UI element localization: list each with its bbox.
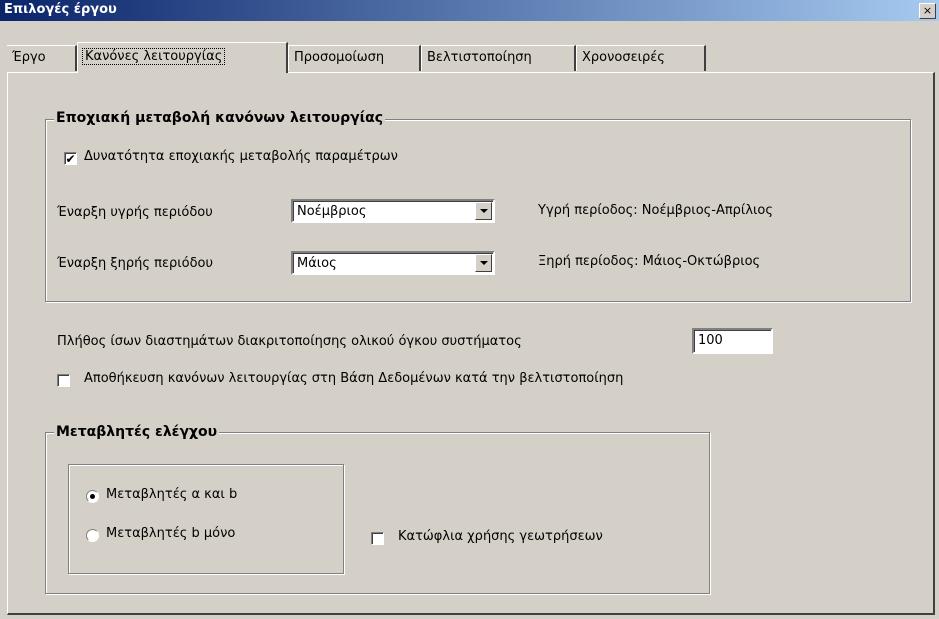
- close-button[interactable]: ×: [919, 3, 936, 19]
- title-bar: Επιλογές έργου ×: [0, 0, 939, 21]
- tab-simulation-label: Προσομοίωση: [294, 50, 385, 65]
- radio-vars-ab[interactable]: [86, 490, 99, 503]
- seasonal-enable-label: Δυνατότητα εποχιακής μεταβολής παραμέτρω…: [84, 149, 398, 164]
- control-vars-group-title: Μεταβλητές ελέγχου: [54, 424, 220, 440]
- radio-vars-ab-label: Μεταβλητές α και b: [106, 487, 238, 502]
- save-rules-checkbox[interactable]: [57, 374, 70, 387]
- thresholds-label: Κατώφλια χρήσης γεωτρήσεων: [398, 529, 603, 544]
- window-title: Επιλογές έργου: [4, 2, 117, 17]
- tab-project[interactable]: Έργο: [7, 45, 77, 71]
- discretization-label: Πλήθος ίσων διαστημάτων διακριτοποίησης …: [57, 334, 522, 349]
- dry-start-value: Μάιος: [297, 256, 337, 271]
- tab-project-label: Έργο: [12, 50, 46, 65]
- tab-operation-rules-label: Κανόνες λειτουργίας: [81, 48, 226, 65]
- tab-operation-rules[interactable]: Κανόνες λειτουργίας: [77, 42, 288, 73]
- seasonal-enable-checkbox[interactable]: ✔: [64, 152, 77, 165]
- dry-period-info: Ξηρή περίοδος: Μάιος-Οκτώβριος: [538, 254, 761, 269]
- chevron-down-icon[interactable]: [475, 254, 492, 272]
- dry-start-label: Έναρξη ξηρής περιόδου: [57, 256, 214, 271]
- seasonal-group-title: Εποχιακή μεταβολή κανόνων λειτουργίας: [54, 110, 386, 126]
- discretization-input[interactable]: 100: [692, 328, 773, 354]
- wet-start-label: Έναρξη υγρής περιόδου: [57, 205, 213, 220]
- radio-vars-b[interactable]: [86, 529, 99, 542]
- tab-timeseries-label: Χρονοσειρές: [582, 50, 665, 65]
- control-vars-radio-frame: [68, 464, 344, 574]
- wet-period-info: Υγρή περίοδος: Νοέμβριος-Απρίλιος: [538, 203, 774, 218]
- dry-start-select[interactable]: Μάιος: [291, 251, 495, 275]
- tab-optimization-label: Βελτιστοποίηση: [427, 50, 532, 65]
- wet-start-select[interactable]: Νοέμβριος: [291, 199, 495, 223]
- save-rules-label: Αποθήκευση κανόνων λειτουργίας στη Βάση …: [84, 371, 624, 386]
- tab-optimization[interactable]: Βελτιστοποίηση: [421, 45, 576, 71]
- radio-vars-b-label: Μεταβλητές b μόνο: [106, 526, 236, 541]
- tab-timeseries[interactable]: Χρονοσειρές: [576, 45, 706, 71]
- wet-start-value: Νοέμβριος: [297, 204, 367, 219]
- chevron-down-icon[interactable]: [475, 202, 492, 220]
- radio-selected-dot: [90, 494, 95, 499]
- thresholds-checkbox[interactable]: [371, 532, 384, 545]
- tab-simulation[interactable]: Προσομοίωση: [288, 45, 421, 71]
